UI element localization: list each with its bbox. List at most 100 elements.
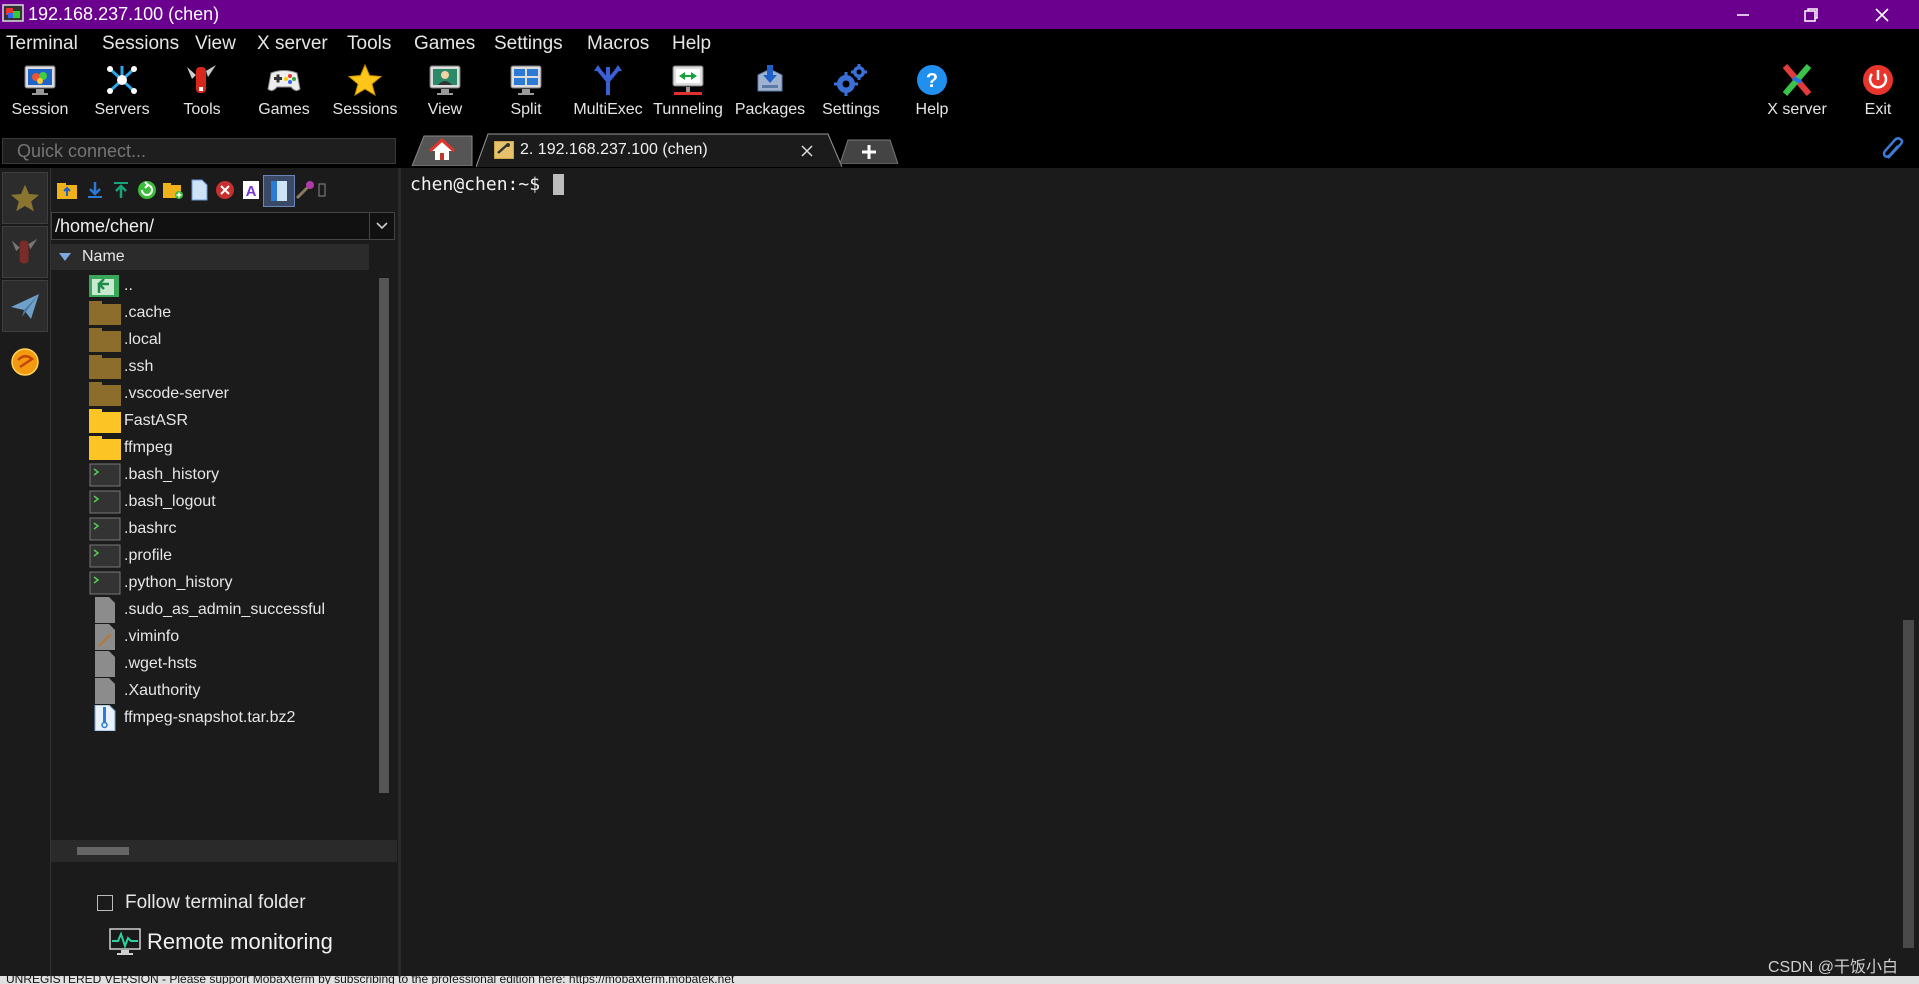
terminal-file-icon — [89, 463, 121, 487]
restore-button[interactable] — [1781, 0, 1841, 29]
settings-button[interactable]: Settings — [811, 59, 891, 129]
path-field[interactable]: /home/chen/ — [51, 212, 395, 240]
menu-terminal[interactable]: Terminal — [6, 33, 78, 55]
close-tab-icon[interactable] — [800, 144, 814, 158]
file-name: .ssh — [124, 358, 154, 375]
name-column-header[interactable]: Name — [51, 244, 369, 270]
window-title: 192.168.237.100 (chen) — [28, 4, 220, 24]
gears-icon — [834, 64, 867, 96]
x-server-button[interactable]: X server — [1757, 59, 1837, 129]
main-toolbar: Session Servers Tools Games Sessions Vie… — [0, 59, 1919, 132]
remote-monitor-icon — [109, 928, 141, 955]
tunneling-button[interactable]: Tunneling — [648, 59, 728, 129]
folder-icon — [89, 328, 121, 352]
app-icon — [2, 4, 24, 22]
rename-button[interactable]: A — [239, 178, 263, 202]
file-list-hscroll-thumb[interactable] — [77, 847, 129, 855]
view-mode-button[interactable] — [263, 175, 295, 207]
star-icon — [10, 184, 40, 212]
file-icon — [95, 651, 115, 677]
macro-circle-icon — [11, 348, 39, 376]
servers-button[interactable]: Servers — [82, 59, 162, 129]
tab-home[interactable] — [410, 134, 474, 167]
file-list: .. .cache .local .ssh .vscode-server Fas… — [51, 270, 369, 830]
file-name: ffmpeg — [124, 439, 173, 456]
delete-button[interactable] — [213, 178, 237, 202]
wand-icon — [295, 181, 314, 200]
menu-games[interactable]: Games — [414, 33, 475, 55]
packages-label: Packages — [734, 101, 806, 118]
games-label: Games — [258, 101, 310, 118]
file-name: .local — [124, 331, 162, 348]
list-item[interactable]: ffmpeg-snapshot.tar.bz2 — [51, 702, 369, 735]
sort-triangle-icon — [59, 253, 71, 261]
split-label: Split — [510, 101, 542, 118]
menu-macros[interactable]: Macros — [587, 33, 649, 55]
session-monitor-icon — [24, 65, 56, 95]
file-name: .bash_history — [124, 466, 220, 483]
multiexec-button[interactable]: MultiExec — [568, 59, 648, 129]
paperclip-icon[interactable] — [1880, 136, 1906, 162]
sidebar-sftp-button[interactable] — [2, 280, 48, 332]
file-name: .python_history — [124, 574, 233, 591]
games-button[interactable]: Games — [244, 59, 324, 129]
parent-folder-icon — [89, 275, 119, 297]
panel-splitter[interactable] — [398, 168, 401, 984]
terminal-prompt-line: chen@chen:~$ — [410, 174, 564, 195]
tools-button[interactable]: Tools — [162, 59, 242, 129]
menu-x-server[interactable]: X server — [257, 33, 328, 55]
sidebar-macros-button[interactable] — [2, 336, 48, 388]
sidebar-tools-button[interactable] — [2, 226, 48, 278]
terminal-file-icon — [89, 517, 121, 541]
parent-dir-button[interactable] — [55, 178, 79, 202]
multiexec-icon — [594, 65, 622, 95]
chevron-down-icon — [376, 222, 388, 230]
view-button[interactable]: View — [405, 59, 485, 129]
settings-wand-button[interactable] — [293, 178, 317, 202]
new-tab-button[interactable] — [839, 138, 899, 165]
session-button[interactable]: Session — [0, 59, 80, 129]
multiexec-label: MultiExec — [573, 101, 643, 118]
folder-icon — [89, 355, 121, 379]
tab-session[interactable]: 2. 192.168.237.100 (chen) — [476, 133, 842, 167]
status-bar: UNREGISTERED VERSION - Please support Mo… — [0, 976, 1919, 984]
menu-help[interactable]: Help — [672, 33, 711, 55]
menu-tools[interactable]: Tools — [347, 33, 391, 55]
refresh-button[interactable] — [135, 178, 159, 202]
folder-icon — [89, 301, 121, 325]
exit-button[interactable]: Exit — [1838, 59, 1918, 129]
split-button[interactable]: Split — [486, 59, 566, 129]
file-list-scroll-thumb[interactable] — [379, 278, 389, 793]
follow-checkbox[interactable] — [97, 895, 113, 911]
menu-bar: Terminal Sessions View X server Tools Ga… — [0, 29, 1919, 59]
sessions-button[interactable]: Sessions — [325, 59, 405, 129]
menu-view[interactable]: View — [195, 33, 236, 55]
menu-settings[interactable]: Settings — [494, 33, 563, 55]
toolbar-overflow[interactable] — [317, 178, 327, 202]
file-name: .cache — [124, 304, 172, 321]
file-name: .sudo_as_admin_successful — [124, 601, 326, 618]
minimize-button[interactable] — [1713, 0, 1773, 29]
star-icon — [347, 63, 383, 97]
packages-button[interactable]: Packages — [730, 59, 810, 129]
help-button[interactable]: ? Help — [892, 59, 972, 129]
sidebar-strip — [0, 168, 51, 984]
remote-monitoring-button[interactable]: Remote monitoring — [109, 928, 333, 956]
new-file-button[interactable] — [187, 178, 211, 202]
delete-icon — [216, 181, 234, 199]
follow-terminal-folder[interactable]: Follow terminal folder — [97, 892, 306, 914]
quick-connect-input[interactable] — [2, 138, 396, 164]
tab-session-title: 2. 192.168.237.100 (chen) — [520, 141, 708, 158]
gamepad-icon — [267, 70, 301, 92]
tools-knife-icon — [187, 65, 216, 93]
upload-button[interactable] — [109, 178, 133, 202]
sidebar-sessions-button[interactable] — [2, 172, 48, 224]
terminal-area[interactable]: chen@chen:~$ — [402, 168, 1902, 984]
close-window-button[interactable] — [1852, 0, 1912, 29]
download-button[interactable] — [83, 178, 107, 202]
path-dropdown[interactable] — [369, 213, 394, 239]
terminal-scroll-thumb[interactable] — [1903, 620, 1914, 948]
folder-icon — [89, 436, 121, 460]
menu-sessions[interactable]: Sessions — [102, 33, 179, 55]
new-folder-button[interactable] — [161, 178, 185, 202]
